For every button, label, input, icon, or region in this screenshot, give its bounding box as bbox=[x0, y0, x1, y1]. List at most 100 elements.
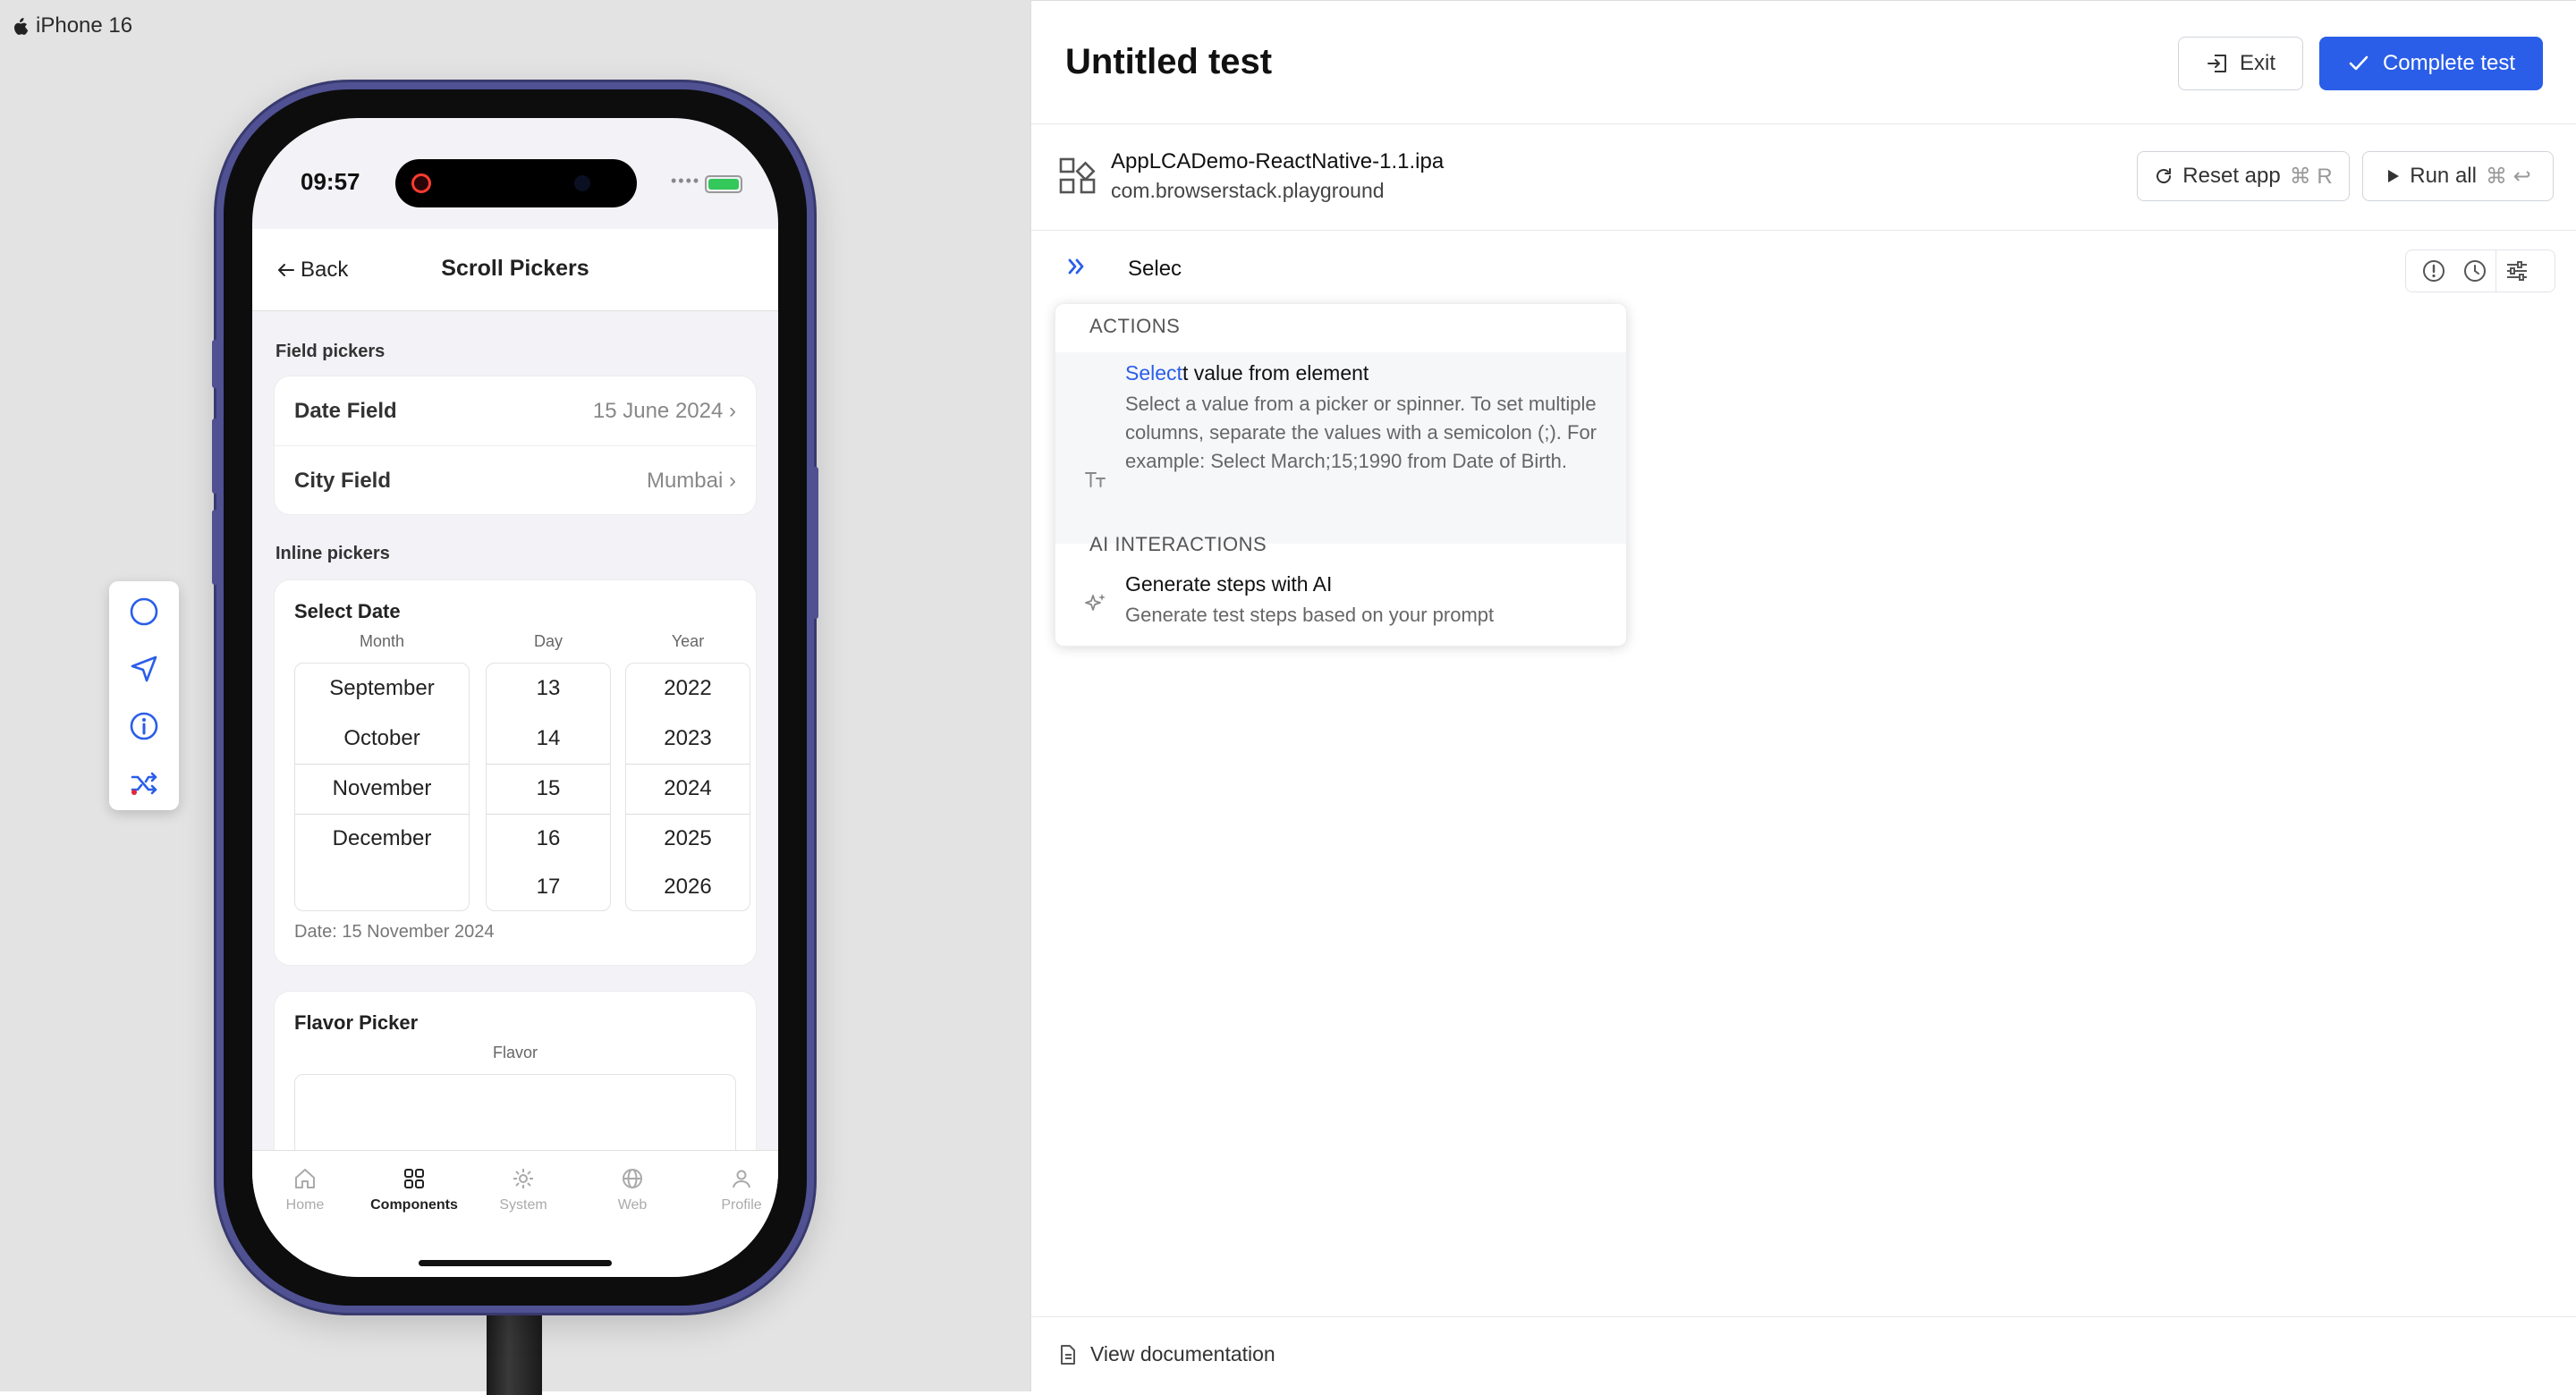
screen-title: Scroll Pickers bbox=[441, 256, 589, 281]
apps-icon bbox=[1058, 156, 1097, 196]
grid-icon bbox=[404, 1169, 424, 1188]
device-panel: iPhone 16 09:57 •••• Back Scroll Pickers… bbox=[0, 0, 1030, 1395]
sparkle-icon bbox=[1084, 592, 1107, 615]
refresh-icon bbox=[2154, 166, 2174, 186]
suggestions-dropdown: ACTIONS Selectt value from element Selec… bbox=[1055, 303, 1627, 647]
date-field-value: 15 June 2024 › bbox=[592, 398, 736, 423]
picker-item[interactable]: 16 bbox=[487, 814, 610, 864]
year-header: Year bbox=[671, 632, 705, 650]
volume-down-button bbox=[212, 510, 218, 585]
circle-icon bbox=[130, 597, 158, 626]
tab-label: Components bbox=[370, 1197, 458, 1213]
location-button[interactable] bbox=[124, 649, 164, 689]
side-button bbox=[812, 467, 818, 619]
tab-label: Profile bbox=[721, 1197, 762, 1213]
year-wheel[interactable]: 2022 2023 2024 2025 2026 bbox=[625, 663, 750, 911]
chevrons-right-icon bbox=[1065, 255, 1089, 278]
ai-interactions-header: AI INTERACTIONS bbox=[1089, 533, 1267, 555]
generate-ai-suggestion[interactable]: Generate steps with AI Generate test ste… bbox=[1055, 565, 1626, 646]
date-field-label: Date Field bbox=[294, 398, 397, 423]
document-icon bbox=[1058, 1344, 1078, 1365]
phone-screen[interactable]: 09:57 •••• Back Scroll Pickers Field pic… bbox=[252, 118, 778, 1277]
info-icon bbox=[130, 712, 158, 740]
city-field-label: City Field bbox=[294, 469, 392, 493]
device-name: iPhone 16 bbox=[36, 13, 133, 38]
reset-app-label: Reset app bbox=[2182, 164, 2281, 188]
exit-icon bbox=[2206, 52, 2229, 75]
run-all-button[interactable]: Run all ⌘ ↩ bbox=[2362, 151, 2554, 201]
picker-item[interactable]: 14 bbox=[487, 714, 610, 764]
charging-cable bbox=[487, 1306, 542, 1395]
sun-icon bbox=[513, 1169, 533, 1188]
picker-item[interactable]: 2025 bbox=[626, 814, 750, 864]
app-navbar: Back Scroll Pickers bbox=[252, 229, 778, 311]
alert-circle-icon bbox=[2423, 260, 2445, 282]
inline-pickers-label: Inline pickers bbox=[275, 544, 390, 563]
suggestion-description: Select a value from a picker or spinner.… bbox=[1125, 393, 1597, 472]
clock-icon bbox=[2464, 260, 2486, 282]
alert-button[interactable] bbox=[2413, 250, 2454, 292]
picker-item[interactable]: 2022 bbox=[626, 664, 750, 714]
select-date-title: Select Date bbox=[294, 600, 401, 622]
picker-item[interactable]: September bbox=[295, 664, 469, 714]
action-button bbox=[212, 340, 218, 388]
text-type-icon bbox=[1084, 469, 1107, 490]
phone-frame: 09:57 •••• Back Scroll Pickers Field pic… bbox=[212, 82, 818, 1313]
home-icon bbox=[295, 1169, 315, 1188]
step-input[interactable] bbox=[1128, 253, 1575, 285]
shuffle-icon bbox=[131, 772, 157, 795]
tab-label: System bbox=[499, 1197, 547, 1213]
volume-up-button bbox=[212, 418, 218, 494]
picker-item[interactable]: December bbox=[295, 814, 469, 864]
ai-suggestion-description: Generate test steps based on your prompt bbox=[1125, 604, 1495, 626]
settings-button[interactable] bbox=[2496, 250, 2538, 292]
wait-button[interactable] bbox=[2454, 250, 2496, 292]
tab-components[interactable]: Components bbox=[365, 1167, 463, 1213]
recording-indicator-icon bbox=[411, 173, 431, 193]
city-field-row[interactable]: City Field Mumbai › bbox=[275, 446, 756, 516]
date-field-row[interactable]: Date Field 15 June 2024 › bbox=[275, 376, 756, 446]
day-header: Day bbox=[533, 632, 563, 650]
reset-app-button[interactable]: Reset app ⌘ R bbox=[2137, 151, 2350, 201]
month-wheel[interactable]: September October November December bbox=[294, 663, 470, 911]
send-icon bbox=[131, 655, 157, 682]
tab-profile[interactable]: Profile bbox=[692, 1167, 778, 1213]
select-value-suggestion[interactable]: Selectt value from element Select a valu… bbox=[1055, 352, 1626, 544]
picker-item-selected[interactable]: 2024 bbox=[626, 764, 750, 814]
picker-item-selected[interactable]: November bbox=[295, 764, 469, 814]
complete-test-button[interactable]: Complete test bbox=[2319, 37, 2543, 90]
tab-web[interactable]: Web bbox=[583, 1167, 682, 1213]
match-highlight: Select bbox=[1125, 361, 1182, 385]
signal-icon: •••• bbox=[671, 172, 701, 190]
user-icon bbox=[733, 1170, 750, 1188]
run-all-label: Run all bbox=[2410, 164, 2477, 188]
view-documentation-link[interactable]: View documentation bbox=[1090, 1342, 1275, 1366]
apple-icon bbox=[13, 17, 29, 36]
flavor-picker-title: Flavor Picker bbox=[294, 1011, 419, 1034]
picker-item[interactable]: 2023 bbox=[626, 714, 750, 764]
info-button[interactable] bbox=[124, 706, 164, 746]
suggestion-title: Selectt value from element bbox=[1125, 361, 1368, 385]
field-pickers-label: Field pickers bbox=[275, 342, 386, 361]
test-title[interactable]: Untitled test bbox=[1065, 42, 1272, 82]
play-icon bbox=[2385, 168, 2401, 184]
tab-bar: Home Components System Web Profile bbox=[252, 1150, 778, 1277]
day-wheel[interactable]: 13 14 15 16 17 bbox=[486, 663, 611, 911]
step-options bbox=[2405, 249, 2555, 292]
shuffle-button[interactable] bbox=[124, 764, 164, 803]
tab-system[interactable]: System bbox=[474, 1167, 572, 1213]
home-gesture-button[interactable] bbox=[124, 592, 164, 631]
picker-item[interactable]: 17 bbox=[487, 862, 610, 912]
picker-item[interactable]: 2026 bbox=[626, 862, 750, 912]
complete-test-label: Complete test bbox=[2382, 51, 2516, 75]
test-editor-panel: Untitled test Exit Complete test AppLCAD… bbox=[1030, 0, 2576, 1391]
device-label: iPhone 16 bbox=[13, 13, 132, 39]
exit-button[interactable]: Exit bbox=[2178, 37, 2303, 90]
status-time: 09:57 bbox=[301, 168, 360, 195]
picker-item[interactable]: 13 bbox=[487, 664, 610, 714]
picker-item-selected[interactable]: 15 bbox=[487, 764, 610, 814]
city-field-value: Mumbai › bbox=[646, 469, 736, 493]
run-all-shortcut: ⌘ ↩ bbox=[2485, 164, 2531, 189]
tab-home[interactable]: Home bbox=[256, 1167, 354, 1213]
picker-item[interactable]: October bbox=[295, 714, 469, 764]
